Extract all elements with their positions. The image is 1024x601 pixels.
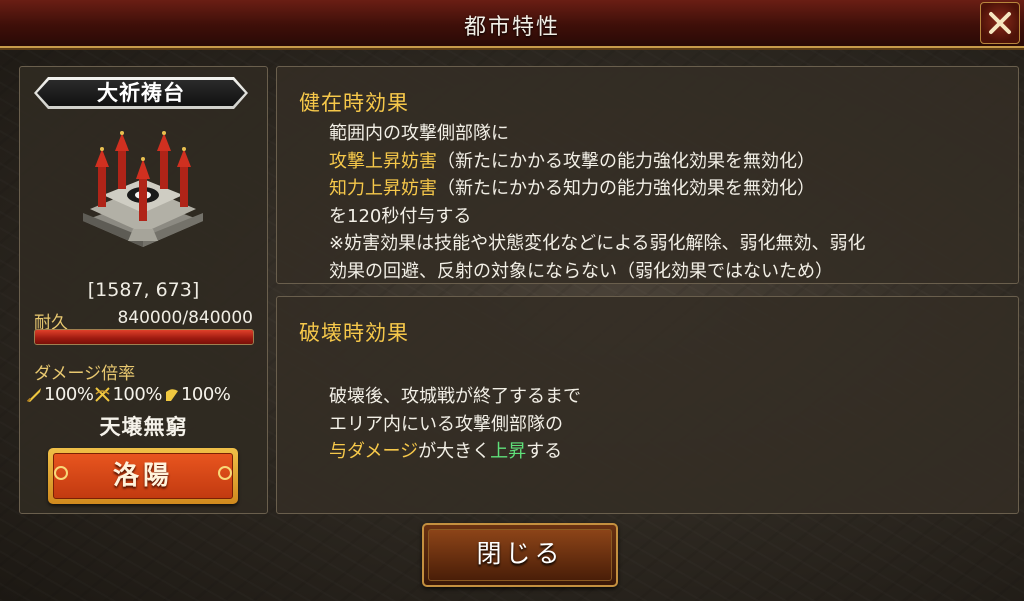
building-info-panel: 大祈祷台 [1587, 673] 耐久 840000/840000 ダメージ倍率…	[19, 66, 268, 514]
damage-multipliers: 100% 100% 100%	[26, 381, 266, 407]
city-button-label: 洛陽	[53, 453, 233, 499]
ornament-icon	[54, 466, 68, 480]
effect-line: 知力上昇妨害（新たにかかる知力の能力強化効果を無効化）	[329, 175, 866, 203]
coordinates: [1587, 673]	[87, 279, 200, 301]
effect-line: を120秒付与する	[329, 205, 472, 227]
destroyed-effect-body: 破壊後、攻城戦が終了するまで エリア内にいる攻撃側部隊の 与ダメージが大きく上昇…	[329, 383, 581, 466]
damage-multiplier-strategy: 100%	[180, 383, 231, 405]
effect-line: 与ダメージが大きく上昇する	[329, 438, 581, 466]
close-dialog-button[interactable]: 閉じる	[422, 523, 618, 587]
effect-line: 攻撃上昇妨害（新たにかかる攻撃の能力強化効果を無効化）	[329, 148, 866, 176]
durability-bar-fill	[35, 330, 253, 344]
effect-line: 効果の回避、反射の対象にならない（弱化効果ではないため）	[329, 260, 833, 282]
effect-line: ※妨害効果は技能や状態変化などによる弱化解除、弱化無効、弱化	[329, 233, 866, 254]
durability-value: 840000/840000	[117, 308, 253, 328]
close-dialog-label: 閉じる	[428, 529, 612, 581]
fan-icon	[165, 388, 178, 401]
bow-icon	[95, 386, 111, 402]
durability-bar	[34, 329, 254, 345]
sword-icon	[26, 387, 41, 402]
city-button[interactable]: 洛陽	[48, 448, 238, 504]
window-title: 都市特性	[463, 15, 560, 40]
effect-line: 破壊後、攻城戦が終了するまで	[329, 386, 581, 407]
attack-debuff-term: 攻撃上昇妨害	[329, 150, 437, 172]
building-name-plate: 大祈祷台	[34, 77, 248, 109]
intact-effect-panel: 健在時効果 範囲内の攻撃側部隊に 攻撃上昇妨害（新たにかかる攻撃の能力強化効果を…	[276, 66, 1019, 284]
ornament-icon	[218, 466, 232, 480]
effect-line-text: が大きく	[418, 441, 491, 462]
intel-debuff-term: 知力上昇妨害	[329, 178, 437, 199]
altar-building-icon	[83, 131, 203, 247]
damage-multiplier-attack: 100%	[44, 383, 94, 405]
close-x-icon	[989, 12, 1011, 34]
effect-line-text: する	[526, 441, 563, 462]
close-button[interactable]	[980, 2, 1020, 44]
intact-effect-heading: 健在時効果	[299, 91, 409, 115]
effect-line-text: （新たにかかる知力の能力強化効果を無効化）	[437, 178, 815, 199]
building-name: 大祈祷台	[37, 80, 245, 106]
effect-line: 範囲内の攻撃側部隊に	[329, 123, 509, 144]
title-bar: 都市特性	[0, 0, 1024, 48]
destroyed-effect-heading: 破壊時効果	[299, 321, 409, 345]
intact-effect-body: 範囲内の攻撃側部隊に 攻撃上昇妨害（新たにかかる攻撃の能力強化効果を無効化） 知…	[329, 120, 866, 285]
damage-term: 与ダメージ	[329, 441, 419, 462]
increase-term: 上昇	[490, 441, 527, 462]
destroyed-effect-panel: 破壊時効果 破壊後、攻城戦が終了するまで エリア内にいる攻撃側部隊の 与ダメージ…	[276, 296, 1019, 514]
effect-line: エリア内にいる攻撃側部隊の	[329, 413, 563, 435]
status-text: 天壌無窮	[99, 415, 188, 439]
effect-line-text: （新たにかかる攻撃の能力強化効果を無効化）	[437, 150, 815, 172]
damage-multiplier-ranged: 100%	[112, 383, 162, 405]
